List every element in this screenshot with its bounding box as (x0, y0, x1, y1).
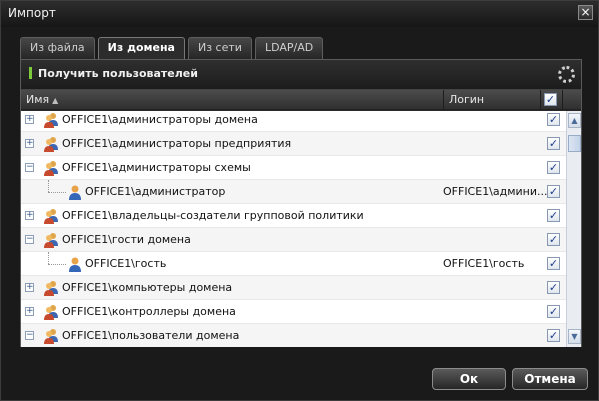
login-cell: OFFICE1\админи... (443, 185, 548, 198)
user-row[interactable]: OFFICE1\гость OFFICE1\гость ✓ (21, 252, 566, 276)
user-row[interactable]: OFFICE1\администратор OFFICE1\админи... ✓ (21, 180, 566, 204)
gear-icon[interactable] (558, 66, 575, 83)
user-name: OFFICE1\гость (85, 257, 167, 270)
toolbar: Получить пользователей (21, 60, 581, 90)
group-name: OFFICE1\администраторы домена (62, 113, 258, 126)
tab-strip: Из файла Из домена Из сети LDAP/AD (20, 37, 326, 60)
title-bar: Импорт × (1, 1, 598, 27)
row-checkbox[interactable]: ✓ (547, 281, 560, 294)
users-tree: + OFFICE1\администраторы домена ✓ + OFFICE1\… (21, 111, 566, 347)
group-name: OFFICE1\администраторы схемы (62, 161, 251, 174)
tab-from-file[interactable]: Из файла (20, 37, 95, 59)
group-row[interactable]: + OFFICE1\администраторы предприятия ✓ (21, 132, 566, 156)
tree-connector (48, 180, 49, 192)
group-name: OFFICE1\владельцы-создатели групповой по… (62, 209, 364, 222)
column-header-name[interactable]: Имя ▲ (21, 90, 444, 110)
user-group-icon (43, 112, 59, 128)
table-header: Имя ▲ Логин ✓ (21, 90, 581, 110)
user-group-icon (43, 232, 59, 248)
get-users-label: Получить пользователей (38, 67, 198, 80)
collapse-icon[interactable]: − (25, 235, 34, 244)
sort-ascending-icon: ▲ (52, 96, 59, 105)
group-row[interactable]: + OFFICE1\владельцы-создатели групповой п… (21, 204, 566, 228)
status-bar-icon (29, 67, 32, 79)
user-name: OFFICE1\администратор (85, 185, 226, 198)
tab-from-domain[interactable]: Из домена (97, 37, 185, 60)
select-all-checkbox[interactable]: ✓ (544, 93, 557, 106)
row-checkbox[interactable]: ✓ (547, 161, 560, 174)
user-group-icon (43, 280, 59, 296)
tab-from-network[interactable]: Из сети (187, 37, 252, 59)
expand-icon[interactable]: + (25, 139, 34, 148)
group-row[interactable]: − OFFICE1\гости домена ✓ (21, 228, 566, 252)
tab-ldap-ad[interactable]: LDAP/AD (254, 37, 324, 59)
row-checkbox[interactable]: ✓ (547, 209, 560, 222)
close-icon[interactable]: × (578, 5, 593, 20)
vertical-scrollbar[interactable]: ▲ ▼ (566, 111, 581, 347)
dialog-title: Импорт (8, 6, 56, 20)
user-group-icon (43, 208, 59, 224)
row-checkbox[interactable]: ✓ (547, 185, 560, 198)
group-row[interactable]: − OFFICE1\администраторы схемы ✓ (21, 156, 566, 180)
collapse-icon[interactable]: − (25, 163, 34, 172)
user-group-icon (43, 160, 59, 176)
group-row[interactable]: − OFFICE1\пользователи домена ✓ (21, 324, 566, 347)
group-row[interactable]: + OFFICE1\администраторы домена ✓ (21, 111, 566, 132)
user-group-icon (43, 136, 59, 152)
expand-icon[interactable]: + (25, 283, 34, 292)
tree-connector (48, 192, 66, 193)
user-icon (67, 256, 83, 272)
row-checkbox[interactable]: ✓ (547, 329, 560, 342)
row-checkbox[interactable]: ✓ (547, 137, 560, 150)
domain-panel: Получить пользователей Имя ▲ Логин ✓ + OFF… (20, 59, 582, 347)
expand-icon[interactable]: + (25, 115, 34, 124)
ok-button[interactable]: Ок (432, 368, 506, 390)
collapse-icon[interactable]: − (25, 331, 34, 340)
group-row[interactable]: + OFFICE1\компьютеры домена ✓ (21, 276, 566, 300)
import-dialog: Импорт × Из файла Из домена Из сети LDAP… (0, 0, 599, 401)
row-checkbox[interactable]: ✓ (547, 233, 560, 246)
row-checkbox[interactable]: ✓ (547, 305, 560, 318)
login-cell: OFFICE1\гость (443, 257, 525, 270)
expand-icon[interactable]: + (25, 307, 34, 316)
column-header-select: ✓ (541, 90, 563, 110)
group-name: OFFICE1\администраторы предприятия (62, 137, 292, 150)
row-checkbox[interactable]: ✓ (547, 257, 560, 270)
scroll-down-icon[interactable]: ▼ (568, 329, 581, 344)
tree-connector (48, 252, 49, 264)
column-header-login[interactable]: Логин (444, 90, 541, 110)
group-name: OFFICE1\пользователи домена (62, 329, 240, 342)
group-name: OFFICE1\гости домена (62, 233, 191, 246)
expand-icon[interactable]: + (25, 211, 34, 220)
get-users-button[interactable]: Получить пользователей (29, 67, 198, 80)
user-icon (67, 184, 83, 200)
group-name: OFFICE1\компьютеры домена (62, 281, 233, 294)
user-group-icon (43, 328, 59, 344)
user-group-icon (43, 304, 59, 320)
tree-connector (48, 264, 66, 265)
cancel-button[interactable]: Отмена (512, 368, 588, 390)
column-name-label: Имя (26, 93, 50, 106)
scroll-up-icon[interactable]: ▲ (568, 113, 581, 128)
row-checkbox[interactable]: ✓ (547, 113, 560, 126)
group-row[interactable]: + OFFICE1\контроллеры домена ✓ (21, 300, 566, 324)
scroll-thumb[interactable] (568, 135, 581, 152)
group-name: OFFICE1\контроллеры домена (62, 305, 236, 318)
